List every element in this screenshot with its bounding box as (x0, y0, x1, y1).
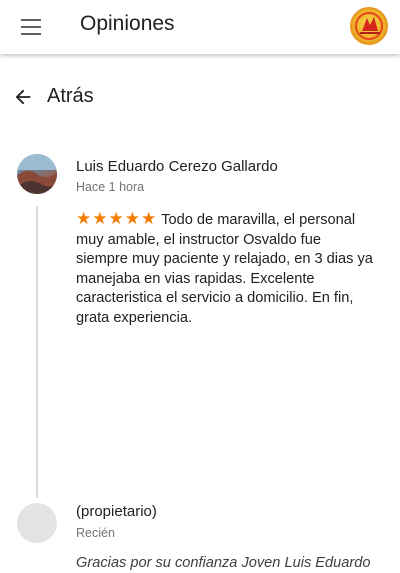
review-timestamp: Hace 1 hora (76, 180, 145, 194)
reply-timestamp: Recién (76, 526, 115, 540)
review-text-block: ★★★★★ Todo de maravilla, el personal muy … (76, 209, 376, 328)
owner-label: (propietario) (76, 503, 157, 520)
back-navigation: Atrás (0, 80, 400, 116)
owner-avatar (17, 503, 57, 543)
top-app-bar: Opiniones (0, 0, 400, 54)
star-rating: ★★★★★ (76, 209, 158, 228)
reviewer-avatar[interactable] (17, 154, 57, 194)
owner-reply-text: Gracias por su confianza Joven Luis Edua… (76, 555, 371, 571)
back-label[interactable]: Atrás (47, 85, 94, 108)
arrow-back-icon[interactable] (12, 86, 34, 108)
page-title: Opiniones (80, 12, 175, 35)
menu-icon[interactable] (19, 16, 43, 38)
review-text: Todo de maravilla, el personal muy amabl… (76, 212, 373, 326)
reviewer-name[interactable]: Luis Eduardo Cerezo Gallardo (76, 158, 278, 175)
brand-logo[interactable] (350, 7, 388, 45)
thread-line (36, 206, 38, 498)
